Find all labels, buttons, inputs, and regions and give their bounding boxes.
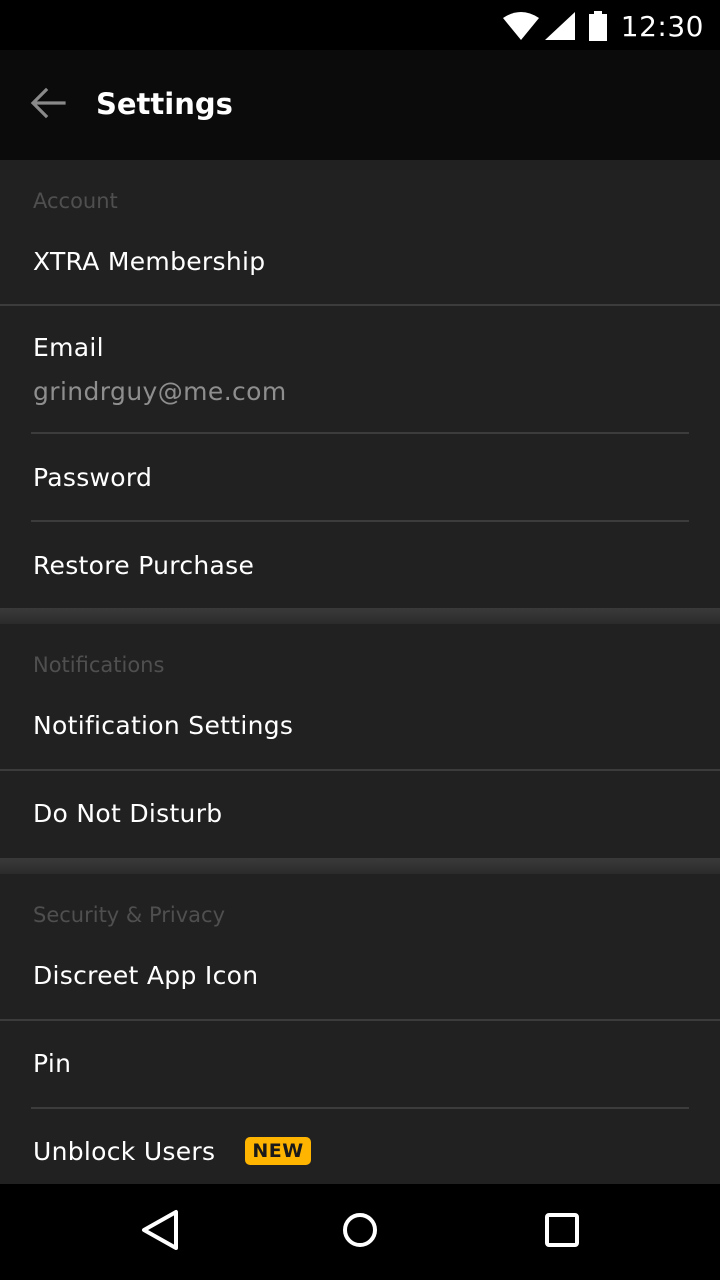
section-header-account: Account — [33, 189, 118, 213]
back-button[interactable] — [26, 83, 70, 127]
password-item[interactable]: Password — [0, 434, 720, 520]
do-not-disturb-label: Do Not Disturb — [33, 799, 223, 828]
section-separator — [0, 608, 720, 624]
page-title: Settings — [96, 87, 233, 121]
unblock-users-label: Unblock Users — [33, 1137, 216, 1166]
section-header-notifications: Notifications — [33, 653, 165, 677]
status-time: 12:30 — [620, 9, 704, 43]
pin-label: Pin — [33, 1049, 72, 1078]
section-account: Account XTRA Membership Email grindrguy@… — [0, 160, 720, 608]
settings-screen: 12:30 Settings Account XTRA Membership E… — [0, 0, 720, 1280]
password-label: Password — [33, 463, 153, 492]
discreet-app-icon-label: Discreet App Icon — [33, 961, 259, 990]
discreet-app-icon-item[interactable]: Discreet App Icon — [0, 940, 720, 1019]
xtra-membership-label: XTRA Membership — [33, 247, 266, 276]
section-notifications: Notifications Notification Settings Do N… — [0, 624, 720, 858]
restore-purchase-label: Restore Purchase — [33, 551, 255, 580]
notification-settings-item[interactable]: Notification Settings — [0, 690, 720, 769]
toolbar: Settings — [0, 50, 720, 160]
section-header-security: Security & Privacy — [33, 903, 225, 927]
do-not-disturb-item[interactable]: Do Not Disturb — [0, 771, 720, 858]
section-separator — [0, 858, 720, 874]
signal-icon — [544, 12, 575, 40]
pin-item[interactable]: Pin — [0, 1021, 720, 1107]
section-security-privacy: Security & Privacy Discreet App Icon Pin… — [0, 874, 720, 1184]
email-value: grindrguy@me.com — [33, 377, 287, 406]
arrow-left-icon — [30, 87, 66, 123]
settings-list[interactable]: Account XTRA Membership Email grindrguy@… — [0, 160, 720, 1184]
xtra-membership-item[interactable]: XTRA Membership — [0, 226, 720, 304]
back-triangle-icon — [140, 1209, 180, 1255]
nav-home-button[interactable] — [330, 1202, 390, 1262]
wifi-icon — [502, 12, 539, 40]
email-item[interactable]: Email grindrguy@me.com — [0, 306, 720, 432]
home-circle-icon — [342, 1212, 378, 1252]
unblock-users-item[interactable]: Unblock Users NEW — [0, 1109, 720, 1184]
new-badge: NEW — [245, 1137, 311, 1165]
recents-square-icon — [545, 1213, 579, 1251]
status-icons: 12:30 — [502, 8, 704, 44]
navigation-bar — [0, 1184, 720, 1280]
notification-settings-label: Notification Settings — [33, 711, 294, 740]
restore-purchase-item[interactable]: Restore Purchase — [0, 522, 720, 608]
status-bar: 12:30 — [0, 0, 720, 50]
nav-recents-button[interactable] — [532, 1202, 592, 1262]
unblock-users-row: Unblock Users NEW — [33, 1135, 720, 1169]
battery-icon — [588, 11, 607, 41]
email-label: Email — [33, 333, 104, 362]
nav-back-button[interactable] — [130, 1202, 190, 1262]
